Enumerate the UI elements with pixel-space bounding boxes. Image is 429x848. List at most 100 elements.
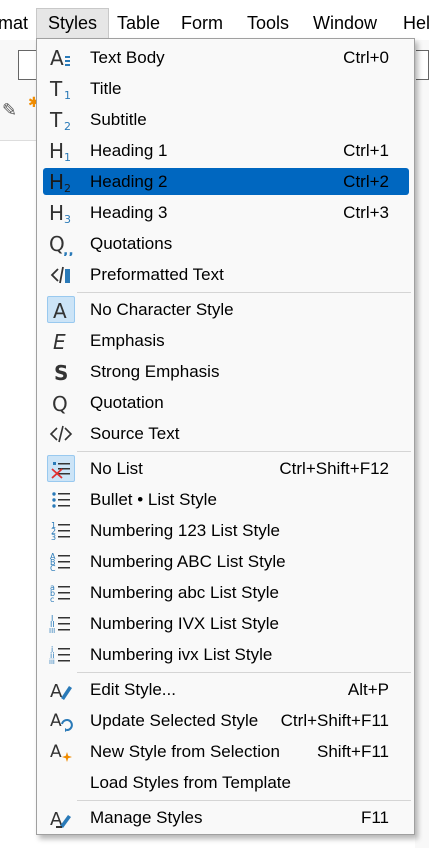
- paragraph-style-text-body-icon: A: [47, 44, 75, 71]
- menu-item-update-selected-style[interactable]: A Update Selected Style Ctrl+Shift+F11: [43, 707, 409, 734]
- menu-item-label: Heading 2: [90, 172, 168, 191]
- menu-item-source-text[interactable]: Source Text: [43, 420, 409, 447]
- menu-item-shortcut: Ctrl+3: [343, 203, 389, 222]
- menu-help[interactable]: Hel: [403, 12, 429, 34]
- menu-item-numbering-ivx-upper[interactable]: I II III Numbering IVX List Style: [43, 610, 409, 637]
- menu-item-numbering-abc-lower[interactable]: abc Numbering abc List Style: [43, 579, 409, 606]
- source-text-icon: [47, 420, 75, 447]
- menu-item-emphasis[interactable]: E Emphasis: [43, 327, 409, 354]
- menu-item-label: Emphasis: [90, 331, 165, 350]
- heading-2-icon: H2: [47, 168, 75, 195]
- menu-item-manage-styles[interactable]: A Manage Styles F11: [43, 804, 409, 831]
- menu-item-title[interactable]: T1 Title: [43, 75, 409, 102]
- svg-text:2: 2: [64, 182, 71, 194]
- menu-separator: [77, 292, 411, 293]
- menu-item-numbering-123[interactable]: 123 Numbering 123 List Style: [43, 517, 409, 544]
- menu-item-quotations[interactable]: Q,, Quotations: [43, 230, 409, 257]
- document-area: [0, 140, 40, 848]
- edit-style-icon: A: [47, 676, 75, 703]
- menu-item-bullet-list[interactable]: Bullet • List Style: [43, 486, 409, 513]
- menu-item-shortcut: Alt+P: [347, 680, 389, 699]
- menu-bar: mat Styles Table Form Tools Window Hel: [0, 0, 429, 40]
- menu-item-shortcut: Ctrl+0: [343, 48, 389, 67]
- menu-item-subtitle[interactable]: T2 Subtitle: [43, 106, 409, 133]
- svg-text:S: S: [54, 361, 68, 384]
- menu-item-strong-emphasis[interactable]: S Strong Emphasis: [43, 358, 409, 385]
- menu-table[interactable]: Table: [117, 12, 160, 34]
- menu-tools[interactable]: Tools: [247, 12, 289, 34]
- menu-item-label: Heading 1: [90, 141, 168, 160]
- right-toolbar-background: [415, 40, 429, 848]
- menu-item-no-character-style[interactable]: A No Character Style: [43, 296, 409, 323]
- pencil-icon[interactable]: ✎: [2, 100, 17, 121]
- menu-item-shortcut: Ctrl+Shift+F12: [279, 459, 389, 478]
- bullet-list-icon: [47, 486, 75, 513]
- svg-text:Q: Q: [52, 392, 68, 415]
- numbering-abc-lower-icon: abc: [47, 579, 75, 606]
- menu-item-label: Text Body: [90, 48, 165, 67]
- menu-item-numbering-ivx-lower[interactable]: i ii iii Numbering ivx List Style: [43, 641, 409, 668]
- svg-text:A: A: [50, 742, 62, 762]
- menu-item-label: Numbering ABC List Style: [90, 552, 286, 571]
- menu-form[interactable]: Form: [181, 12, 223, 34]
- emphasis-icon: E: [47, 327, 75, 354]
- menu-item-label: Numbering IVX List Style: [90, 614, 279, 633]
- svg-text:c: c: [50, 595, 54, 604]
- menu-item-no-list[interactable]: No List Ctrl+Shift+F12: [43, 455, 409, 482]
- menu-item-label: Heading 3: [90, 203, 168, 222]
- menu-item-label: Numbering ivx List Style: [90, 645, 273, 664]
- menu-item-new-style-from-selection[interactable]: A New Style from Selection Shift+F11: [43, 738, 409, 765]
- menu-item-load-styles-from-template[interactable]: Load Styles from Template: [43, 769, 409, 796]
- toolbar-field-right: [416, 50, 429, 80]
- menu-separator: [77, 672, 411, 673]
- menu-item-heading-1[interactable]: H1 Heading 1 Ctrl+1: [43, 137, 409, 164]
- menu-item-label: Load Styles from Template: [90, 773, 291, 792]
- menu-window[interactable]: Window: [313, 12, 377, 34]
- menu-item-preformatted-text[interactable]: Preformatted Text: [43, 261, 409, 288]
- menu-item-label: Update Selected Style: [90, 711, 259, 730]
- svg-text:1: 1: [64, 151, 71, 163]
- menu-item-label: New Style from Selection: [90, 742, 280, 761]
- menu-item-heading-2[interactable]: H2 Heading 2 Ctrl+2: [43, 168, 409, 195]
- menu-item-quotation[interactable]: Q Quotation: [43, 389, 409, 416]
- svg-text:T: T: [49, 77, 63, 101]
- no-character-style-icon: A: [47, 296, 75, 323]
- menu-item-shortcut: Shift+F11: [317, 742, 389, 761]
- menu-item-text-body[interactable]: A Text Body Ctrl+0: [43, 44, 409, 71]
- menu-item-numbering-abc-upper[interactable]: ABC Numbering ABC List Style: [43, 548, 409, 575]
- menu-separator: [77, 451, 411, 452]
- numbering-123-icon: 123: [47, 517, 75, 544]
- paragraph-style-subtitle-icon: T2: [47, 106, 75, 133]
- svg-text:A: A: [50, 46, 64, 70]
- quotation-icon: Q: [47, 389, 75, 416]
- svg-text:H: H: [49, 170, 64, 194]
- menu-styles[interactable]: Styles: [36, 8, 110, 40]
- heading-1-icon: H1: [47, 137, 75, 164]
- svg-text:iii: iii: [49, 658, 55, 666]
- update-style-icon: A: [47, 707, 75, 734]
- svg-text:C: C: [50, 564, 56, 573]
- menu-item-label: Preformatted Text: [90, 265, 224, 284]
- preformatted-text-icon: [47, 261, 75, 288]
- svg-text:A: A: [50, 711, 62, 731]
- menu-item-label: Bullet • List Style: [90, 490, 217, 509]
- menu-item-label: Title: [90, 79, 122, 98]
- svg-text:3: 3: [64, 213, 71, 225]
- svg-text:,,: ,,: [63, 243, 73, 256]
- menu-item-label: Source Text: [90, 424, 180, 443]
- paragraph-style-title-icon: T1: [47, 75, 75, 102]
- menu-item-edit-style[interactable]: A Edit Style... Alt+P: [43, 676, 409, 703]
- menu-item-label: Strong Emphasis: [90, 362, 220, 381]
- new-style-icon: A: [47, 738, 75, 765]
- strong-emphasis-icon: S: [47, 358, 75, 385]
- menu-item-label: No Character Style: [90, 300, 234, 319]
- menu-format[interactable]: mat: [0, 12, 28, 34]
- svg-text:A: A: [50, 681, 63, 702]
- menu-item-heading-3[interactable]: H3 Heading 3 Ctrl+3: [43, 199, 409, 226]
- svg-text:2: 2: [64, 120, 71, 132]
- menu-item-label: Subtitle: [90, 110, 147, 129]
- svg-text:1: 1: [64, 89, 71, 101]
- menu-item-label: Manage Styles: [90, 808, 203, 827]
- manage-styles-icon: A: [47, 804, 75, 831]
- quotations-icon: Q,,: [47, 230, 75, 257]
